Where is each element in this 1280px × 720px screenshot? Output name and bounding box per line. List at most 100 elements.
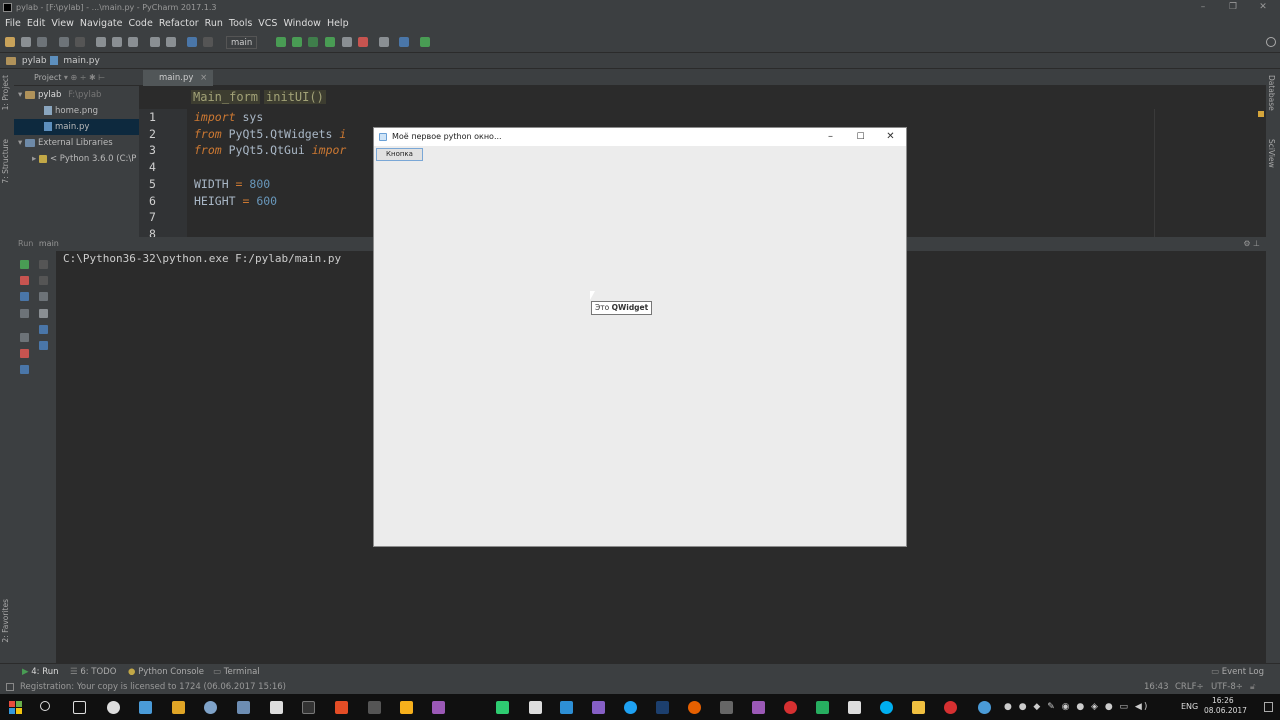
tab-close-icon[interactable]: ×	[200, 73, 207, 83]
tree-item-python-sdk[interactable]: ▸ < Python 3.6.0 (C:\P	[14, 151, 139, 167]
restore-icon[interactable]: ❐	[1218, 0, 1248, 15]
app-icon[interactable]	[172, 701, 185, 714]
scroll-to-end-icon[interactable]	[39, 309, 48, 318]
tool-window-todo[interactable]: ☰ 6: TODO	[70, 664, 116, 680]
photoshop-icon[interactable]	[656, 701, 669, 714]
tree-item-home-png[interactable]: home.png	[14, 103, 139, 119]
code-line[interactable]: HEIGHT = 600	[194, 193, 277, 210]
app-icon[interactable]	[560, 701, 573, 714]
undo-icon[interactable]	[59, 37, 69, 47]
scroll-up-icon[interactable]	[39, 260, 48, 269]
app-icon[interactable]	[432, 701, 445, 714]
notifications-icon[interactable]	[1264, 702, 1273, 712]
code-line[interactable]: WIDTH = 800	[194, 176, 270, 193]
calculator-icon[interactable]	[270, 701, 283, 714]
build-icon[interactable]	[342, 37, 352, 47]
tree-item-pylab[interactable]: ▾ pylab F:\pylab	[14, 87, 139, 103]
pycharm-taskbar-icon[interactable]	[496, 701, 509, 714]
find-icon[interactable]	[150, 37, 160, 47]
minimize-icon[interactable]: –	[815, 128, 846, 146]
nav-file[interactable]: main.py	[63, 56, 99, 66]
help-icon[interactable]	[20, 365, 29, 374]
app-icon[interactable]	[368, 701, 381, 714]
scroll-down-icon[interactable]	[39, 276, 48, 285]
python-app-icon[interactable]	[978, 701, 991, 714]
rerun-icon[interactable]	[20, 260, 29, 269]
minimize-icon[interactable]: –	[1188, 0, 1218, 15]
cut-icon[interactable]	[96, 37, 106, 47]
code-line[interactable]: import sys	[194, 109, 263, 126]
input-language[interactable]: ENG	[1181, 702, 1198, 711]
search-everywhere-icon[interactable]	[1266, 37, 1276, 47]
app-icon[interactable]	[302, 701, 315, 714]
lock-icon[interactable]: 🔓︎	[1250, 680, 1256, 694]
file-explorer-icon[interactable]	[912, 701, 925, 714]
stop-icon[interactable]	[20, 276, 29, 285]
menu-refactor[interactable]: Refactor	[158, 18, 204, 29]
app-icon[interactable]	[752, 701, 765, 714]
debug-icon[interactable]	[292, 37, 302, 47]
menu-tools[interactable]: Tools	[228, 18, 257, 29]
panel-settings-icon[interactable]: ⚙ ⊥	[1243, 237, 1260, 251]
line-separator[interactable]: CRLF÷	[1175, 680, 1204, 694]
clock-date[interactable]: 08.06.2017	[1204, 706, 1247, 715]
run-config-select[interactable]: main	[226, 36, 258, 49]
app-icon[interactable]	[624, 701, 637, 714]
console-output[interactable]: C:\Python36-32\python.exe F:/pylab/main.…	[63, 252, 341, 265]
menu-navigate[interactable]: Navigate	[79, 18, 128, 29]
project-tool-tab[interactable]: 1: Project	[1, 75, 10, 110]
copy-icon[interactable]	[112, 37, 122, 47]
app-icon[interactable]	[335, 701, 348, 714]
stop-icon[interactable]	[358, 37, 368, 47]
close-icon[interactable]: ✕	[875, 128, 906, 146]
tree-item-main-py[interactable]: main.py	[14, 119, 139, 135]
soft-wrap-icon[interactable]	[39, 292, 48, 301]
tool-window-terminal[interactable]: ▭ Terminal	[213, 664, 260, 680]
opera-icon[interactable]	[784, 701, 797, 714]
caret-position[interactable]: 16:43	[1144, 680, 1169, 694]
run-panel-title[interactable]: Run	[18, 239, 33, 248]
redo-icon[interactable]	[75, 37, 85, 47]
record-icon[interactable]	[944, 701, 957, 714]
code-line[interactable]: from PyQt5.QtWidgets i	[194, 126, 346, 143]
pin-icon[interactable]	[20, 333, 29, 342]
paste-icon[interactable]	[128, 37, 138, 47]
firefox-icon[interactable]	[688, 701, 701, 714]
print-icon[interactable]	[39, 325, 48, 334]
app-icon[interactable]	[237, 701, 250, 714]
close-icon[interactable]	[20, 349, 29, 358]
app-icon[interactable]	[400, 701, 413, 714]
app-icon[interactable]	[816, 701, 829, 714]
search-icon[interactable]	[40, 701, 50, 711]
tree-item-external-libraries[interactable]: ▾ External Libraries	[14, 135, 139, 151]
status-message[interactable]: Registration: Your copy is licensed to 1…	[20, 680, 286, 694]
file-encoding[interactable]: UTF-8÷	[1211, 680, 1243, 694]
app-icon[interactable]	[848, 701, 861, 714]
skype-icon[interactable]	[880, 701, 893, 714]
favorites-tool-tab[interactable]: 2: Favorites	[1, 599, 10, 643]
layout-icon[interactable]	[20, 309, 29, 318]
app-icon[interactable]	[204, 701, 217, 714]
clock-time[interactable]: 16:26	[1212, 696, 1234, 705]
maximize-icon[interactable]: ☐	[845, 128, 876, 146]
open-icon[interactable]	[5, 37, 15, 47]
settings-icon[interactable]	[107, 701, 120, 714]
status-toggle-icon[interactable]	[6, 683, 14, 691]
inspection-warning-icon[interactable]	[1258, 111, 1264, 117]
notepad-icon[interactable]	[529, 701, 542, 714]
database-tool-tab[interactable]: Database	[1267, 75, 1276, 111]
code-line[interactable]: from PyQt5.QtGui impor	[194, 142, 346, 159]
menu-window[interactable]: Window	[282, 18, 325, 29]
vcs-icon[interactable]	[379, 37, 389, 47]
menu-file[interactable]: File	[4, 18, 26, 29]
coverage-icon[interactable]	[308, 37, 318, 47]
profile-icon[interactable]	[325, 37, 335, 47]
run-icon[interactable]	[276, 37, 286, 47]
sciview-tool-tab[interactable]: SciView	[1267, 139, 1276, 168]
sdk-icon[interactable]	[420, 37, 430, 47]
sync-icon[interactable]	[37, 37, 47, 47]
project-panel-title[interactable]: Project	[34, 73, 61, 82]
nav-project[interactable]: pylab	[22, 56, 47, 66]
menu-code[interactable]: Code	[127, 18, 157, 29]
system-tray-icons[interactable]: ● ● ◆ ✎ ◉ ● ◈ ● ▭ ◀)	[1004, 702, 1149, 712]
